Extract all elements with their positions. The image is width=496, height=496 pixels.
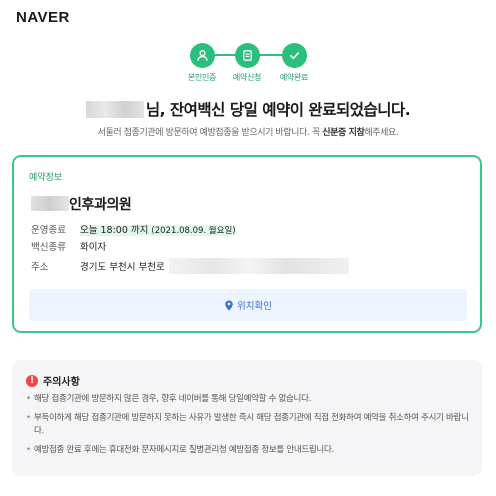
notice-item: 예방접종 완료 후에는 휴대전화 문자메시지로 질병관리청 예방접종 정보를 안… [26, 444, 476, 457]
person-icon [189, 43, 215, 68]
view-location-label: 위치확인 [237, 301, 272, 312]
hours-row: 운영종료 오늘 18:00 까지 (2021.08.09. 월요일) [31, 222, 236, 236]
section-label: 예약정보 [29, 173, 63, 183]
step-label: 예약완료 [279, 73, 309, 82]
vaccine-label: 백신종류 [31, 242, 66, 253]
redacted-address [168, 258, 349, 274]
clinic-name: 인후과의원 [31, 194, 132, 214]
view-location-button[interactable]: 위치확인 [29, 289, 467, 321]
notice-title: ! 주의사항 [26, 373, 80, 388]
warning-icon: ! [26, 374, 38, 387]
hours-highlight: 오늘 18:00 까지 (2021.08.09. 월요일) [80, 225, 236, 236]
notice-item: 해당 접종기관에 방문하지 않은 경우, 향후 네이버를 통해 당일예약할 수 … [26, 393, 476, 406]
map-pin-icon [225, 299, 233, 311]
address-label: 주소 [31, 262, 49, 273]
notice-box: ! 주의사항 해당 접종기관에 방문하지 않은 경우, 향후 네이버를 통해 당… [12, 360, 482, 476]
notice-item: 부득이하게 해당 접종기관에 방문하지 못하는 사유가 발생한 즉시 해당 접종… [26, 412, 476, 438]
page-subtitle: 서둘러 접종기관에 방문하여 예방접종을 받으시기 바랍니다. 꼭 신분증 지참… [97, 128, 399, 138]
document-icon [234, 43, 260, 68]
page-title: 님, 잔여백신 당일 예약이 완료되었습니다. [0, 98, 496, 120]
vaccine-row: 백신종류 화이자 [31, 239, 106, 253]
check-icon [281, 43, 307, 68]
naver-logo: NAVER [16, 9, 70, 26]
redacted-user-name [85, 101, 144, 118]
notice-list: 해당 접종기관에 방문하지 않은 경우, 향후 네이버를 통해 당일예약할 수 … [26, 393, 476, 463]
hours-label: 운영종료 [31, 225, 66, 236]
address-row: 주소 경기도 부천시 부천로 [31, 258, 349, 274]
reservation-card: 예약정보 인후과의원 운영종료 오늘 18:00 까지 (2021.08.09. … [12, 155, 482, 333]
vaccine-value: 화이자 [80, 242, 107, 253]
address-value: 경기도 부천시 부천로 [80, 262, 165, 273]
id-card-emphasis: 신분증 지참 [322, 128, 365, 138]
progress-steps: 본인인증 예약신청 예약완료 [0, 43, 496, 89]
redacted-clinic-prefix [31, 196, 69, 211]
step-complete: 예약완료 [264, 43, 324, 83]
